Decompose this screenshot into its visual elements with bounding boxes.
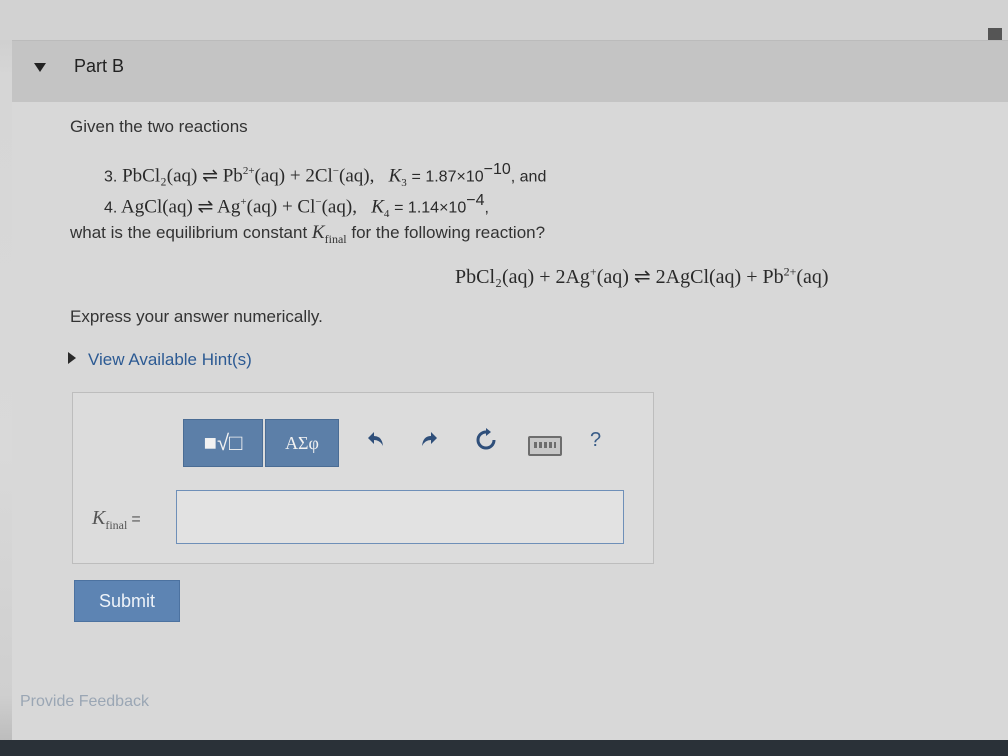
corner-mark: [988, 28, 1002, 40]
target-part-1: PbCl₂(aq) + 2Ag: [455, 266, 590, 288]
question-text: what is the equilibrium constant Kfinal …: [70, 222, 545, 247]
k-subscript: final: [105, 518, 128, 532]
k-letter: K: [92, 507, 106, 529]
part-header[interactable]: [12, 40, 1008, 103]
reaction-tail: , and: [510, 168, 547, 186]
reaction-number: 4.: [104, 199, 118, 217]
answer-input[interactable]: [176, 490, 624, 544]
k-letter: K: [311, 222, 325, 243]
submit-button[interactable]: Submit: [74, 580, 180, 622]
reaction-rhs: (aq),: [339, 165, 375, 187]
top-strip: [0, 0, 1008, 40]
k-value: = 1.87×10: [411, 168, 484, 186]
k-symbol: K: [388, 165, 402, 187]
answer-instructions: Express your answer numerically.: [70, 307, 323, 326]
charge: 2+: [242, 165, 255, 177]
question-k-symbol: Kfinal: [311, 222, 347, 246]
templates-button[interactable]: ■√□: [183, 419, 263, 467]
equals-sign: =: [131, 511, 141, 528]
reaction-mid: (aq) + 2Cl: [254, 165, 333, 187]
greek-symbols-button[interactable]: ΑΣφ: [265, 419, 339, 467]
k-exponent: −4: [466, 192, 485, 209]
part-title[interactable]: Part B: [74, 56, 124, 77]
reaction-lhs: AgCl(aq) ⇌ Ag: [121, 196, 241, 218]
provide-feedback-link[interactable]: Provide Feedback: [20, 693, 149, 711]
expand-caret-icon: [68, 352, 76, 364]
k-subscript: 4: [383, 208, 390, 221]
question-pre: what is the equilibrium constant: [70, 223, 308, 242]
help-button[interactable]: ?: [590, 429, 601, 452]
reset-icon[interactable]: [474, 428, 498, 458]
k-subscript: final: [324, 231, 347, 246]
bottom-bar: [0, 740, 1008, 756]
target-part-2: (aq) ⇌ 2AgCl(aq) + Pb: [596, 266, 784, 288]
reaction-4: 4. AgCl(aq) ⇌ Ag+(aq) + Cl−(aq), K4 = 1.…: [104, 192, 489, 220]
question-post: for the following reaction?: [351, 223, 546, 242]
reaction-3: 3. PbCl₂(aq) ⇌ Pb2+(aq) + 2Cl−(aq), K3 =…: [104, 161, 546, 189]
k-value: = 1.14×10: [394, 199, 467, 217]
undo-icon[interactable]: [365, 428, 387, 456]
target-part-3: (aq): [796, 266, 829, 288]
charge: 2+: [783, 264, 797, 279]
reaction-number: 3.: [104, 168, 118, 186]
k-exponent: −10: [483, 161, 511, 178]
k-symbol: K: [371, 196, 384, 218]
reaction-mid: (aq) + Cl: [246, 196, 316, 218]
collapse-caret-icon[interactable]: [34, 63, 46, 72]
k-subscript: 3: [401, 177, 407, 190]
view-hints-link[interactable]: View Available Hint(s): [68, 350, 252, 370]
reaction-tail: ,: [484, 199, 489, 217]
redo-icon[interactable]: [418, 428, 440, 456]
keyboard-icon[interactable]: [528, 436, 562, 456]
charge: +: [589, 264, 597, 279]
answer-label: Kfinal =: [92, 507, 141, 533]
target-reaction: PbCl₂(aq) + 2Ag+(aq) ⇌ 2AgCl(aq) + Pb2+(…: [455, 264, 829, 289]
reaction-lhs: PbCl₂(aq) ⇌ Pb: [122, 165, 243, 187]
hint-label: View Available Hint(s): [88, 350, 252, 369]
problem-intro: Given the two reactions: [70, 117, 248, 136]
reaction-rhs: (aq),: [321, 196, 357, 218]
